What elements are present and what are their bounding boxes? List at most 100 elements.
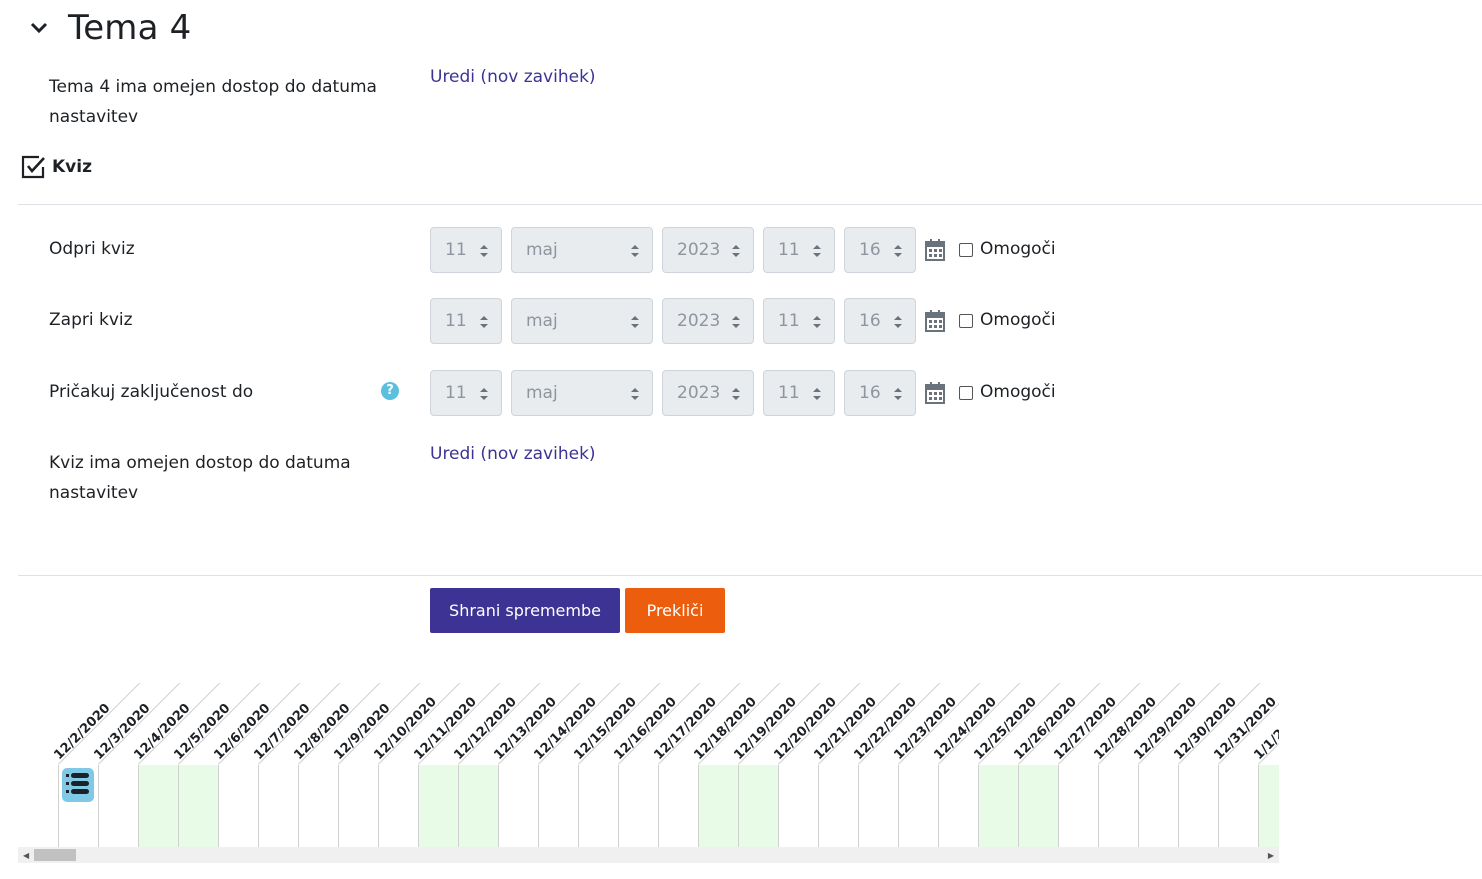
select-value: 16 xyxy=(859,240,881,260)
year-select[interactable]: 2023 xyxy=(662,298,754,344)
minute-select[interactable]: 16 xyxy=(844,298,916,344)
timeline-day-column xyxy=(898,765,938,847)
timeline: 12/2/2020 12/3/2020 12/4/2020 12/5/2020 12/6… xyxy=(18,683,1279,847)
select-value: 16 xyxy=(859,311,881,331)
select-value: 11 xyxy=(445,311,467,331)
enable-label: Omogoči xyxy=(980,382,1056,402)
timeline-day-column xyxy=(1058,765,1098,847)
select-value: 11 xyxy=(778,240,800,260)
select-arrow-icon xyxy=(480,388,488,400)
timeline-day-column xyxy=(1178,765,1218,847)
select-value: 11 xyxy=(778,383,800,403)
timeline-day-column xyxy=(658,765,698,847)
select-arrow-icon xyxy=(732,245,740,257)
timeline-day-column xyxy=(938,765,978,847)
minute-select[interactable]: 16 xyxy=(844,370,916,416)
timeline-day-column xyxy=(58,765,98,847)
timeline-day-column xyxy=(578,765,618,847)
enable-label: Omogoči xyxy=(980,310,1056,330)
timeline-day-column xyxy=(818,765,858,847)
select-arrow-icon xyxy=(894,316,902,328)
minute-select[interactable]: 16 xyxy=(844,227,916,273)
field-label: Zapri kviz xyxy=(49,310,133,330)
timeline-day-column xyxy=(858,765,898,847)
timeline-day-column xyxy=(418,765,458,847)
month-select[interactable]: maj xyxy=(511,370,653,416)
select-value: 11 xyxy=(778,311,800,331)
select-arrow-icon xyxy=(480,316,488,328)
timeline-day-column xyxy=(258,765,298,847)
scroll-right-icon[interactable]: ▶ xyxy=(1268,851,1274,860)
select-value: 2023 xyxy=(677,240,721,260)
select-value: 11 xyxy=(445,240,467,260)
save-button[interactable]: Shrani spremembe xyxy=(430,588,620,633)
enable-label: Omogoči xyxy=(980,239,1056,259)
field-label: Pričakuj zaključenost do xyxy=(49,382,254,402)
day-select[interactable]: 11 xyxy=(430,298,502,344)
section-restriction-label: Tema 4 ima omejen dostop do datuma nasta… xyxy=(49,77,377,127)
hour-select[interactable]: 11 xyxy=(763,298,835,344)
select-value: maj xyxy=(526,240,558,260)
calendar-icon[interactable] xyxy=(925,382,945,404)
timeline-day-column xyxy=(778,765,818,847)
section-header: Tema 4 xyxy=(28,8,192,48)
calendar-icon[interactable] xyxy=(925,239,945,261)
month-select[interactable]: maj xyxy=(511,227,653,273)
cancel-button[interactable]: Prekliči xyxy=(625,588,725,633)
select-value: 2023 xyxy=(677,383,721,403)
scroll-left-icon[interactable]: ◀ xyxy=(23,851,29,860)
divider xyxy=(18,204,1482,205)
timeline-day-column xyxy=(218,765,258,847)
select-arrow-icon xyxy=(813,388,821,400)
select-value: 11 xyxy=(445,383,467,403)
timeline-day-column xyxy=(738,765,778,847)
select-value: 2023 xyxy=(677,311,721,331)
quiz-edit-link[interactable]: Uredi (nov zavihek) xyxy=(430,444,596,464)
timeline-day-column xyxy=(378,765,418,847)
timeline-day-column xyxy=(498,765,538,847)
day-select[interactable]: 11 xyxy=(430,227,502,273)
enable-checkbox[interactable] xyxy=(959,314,973,328)
timeline-day-column xyxy=(298,765,338,847)
timeline-day-column xyxy=(1018,765,1058,847)
timeline-day-column xyxy=(138,765,178,847)
year-select[interactable]: 2023 xyxy=(662,370,754,416)
quiz-restriction-label: Kviz ima omejen dostop do datuma nastavi… xyxy=(49,453,351,503)
field-label: Odpri kviz xyxy=(49,239,135,259)
select-value: maj xyxy=(526,383,558,403)
divider xyxy=(18,575,1482,576)
select-value: 16 xyxy=(859,383,881,403)
select-arrow-icon xyxy=(631,388,639,400)
select-arrow-icon xyxy=(732,316,740,328)
timeline-day-column xyxy=(458,765,498,847)
timeline-day-column xyxy=(978,765,1018,847)
select-arrow-icon xyxy=(480,245,488,257)
select-value: maj xyxy=(526,311,558,331)
month-select[interactable]: maj xyxy=(511,298,653,344)
select-arrow-icon xyxy=(732,388,740,400)
year-select[interactable]: 2023 xyxy=(662,227,754,273)
chevron-down-icon[interactable] xyxy=(28,17,50,39)
timeline-day-column xyxy=(1258,765,1279,847)
timeline-day-column xyxy=(1098,765,1138,847)
timeline-day-column xyxy=(178,765,218,847)
scrollbar-thumb[interactable] xyxy=(34,849,76,861)
day-select[interactable]: 11 xyxy=(430,370,502,416)
select-arrow-icon xyxy=(894,245,902,257)
timeline-day-column xyxy=(338,765,378,847)
select-arrow-icon xyxy=(894,388,902,400)
enable-checkbox[interactable] xyxy=(959,386,973,400)
hour-select[interactable]: 11 xyxy=(763,370,835,416)
timeline-day-column xyxy=(98,765,138,847)
hour-select[interactable]: 11 xyxy=(763,227,835,273)
select-arrow-icon xyxy=(631,245,639,257)
help-icon[interactable]: ? xyxy=(381,382,399,400)
calendar-icon[interactable] xyxy=(925,310,945,332)
select-arrow-icon xyxy=(813,316,821,328)
select-arrow-icon xyxy=(813,245,821,257)
select-arrow-icon xyxy=(631,316,639,328)
timeline-scrollbar[interactable]: ◀ ▶ xyxy=(18,847,1279,863)
quiz-checkbox-icon xyxy=(21,155,45,179)
enable-checkbox[interactable] xyxy=(959,243,973,257)
section-edit-link[interactable]: Uredi (nov zavihek) xyxy=(430,67,596,87)
